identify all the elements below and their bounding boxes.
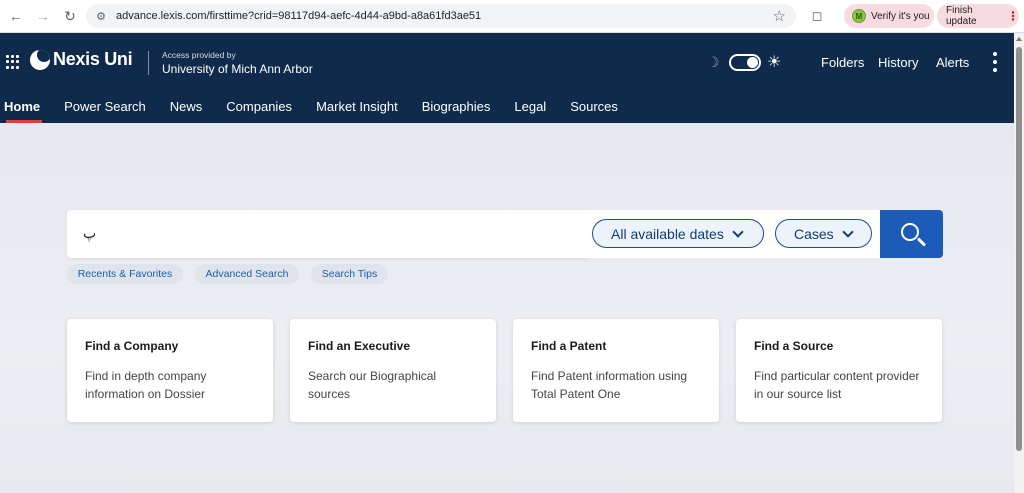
card-title: Find a Company — [85, 339, 179, 353]
tab-sources[interactable]: Sources — [570, 90, 618, 123]
chevron-down-icon — [842, 225, 854, 238]
search-filters: All available dates Cases — [588, 210, 880, 258]
bookmark-star-icon[interactable]: ☆ — [773, 7, 786, 25]
tab-legal[interactable]: Legal — [514, 90, 546, 123]
verify-profile-button[interactable]: M Verify it's you — [844, 4, 934, 28]
app-header: Nexis Uni Access provided by University … — [0, 33, 1014, 123]
alerts-link[interactable]: Alerts — [936, 55, 969, 70]
search-input[interactable] — [83, 224, 573, 244]
date-filter-dropdown[interactable]: All available dates — [592, 219, 764, 248]
browser-menu-icon[interactable]: ⋮ — [1007, 9, 1019, 23]
history-link[interactable]: History — [878, 55, 918, 70]
recents-favorites-link[interactable]: Recents & Favorites — [67, 264, 183, 284]
browser-toolbar: ← → ↻ ⚙ advance.lexis.com/firsttime?crid… — [0, 0, 1024, 33]
main-content: All available dates Cases Recents & Favo… — [0, 123, 1014, 493]
nexis-logo-mark-icon — [30, 49, 50, 70]
content-type-label: Cases — [794, 225, 834, 242]
content-type-dropdown[interactable]: Cases — [775, 219, 872, 248]
brand-name: Nexis Uni — [53, 49, 133, 69]
verify-label: Verify it's you — [871, 10, 930, 22]
address-bar[interactable]: ⚙ advance.lexis.com/firsttime?crid=98117… — [86, 4, 796, 28]
find-company-card[interactable]: Find a Company Find in depth company inf… — [67, 319, 273, 422]
profile-avatar: M — [852, 9, 866, 23]
site-settings-icon[interactable]: ⚙ — [94, 9, 108, 23]
sun-icon: ☀ — [767, 54, 782, 71]
card-description: Find in depth company information on Dos… — [85, 369, 207, 401]
finish-update-button[interactable]: Finish update ⋮ — [937, 4, 1019, 28]
chevron-down-icon — [732, 225, 744, 238]
advanced-search-link[interactable]: Advanced Search — [195, 264, 299, 284]
search-box — [67, 210, 589, 258]
tab-power-search[interactable]: Power Search — [64, 90, 146, 123]
page-scrollbar[interactable] — [1014, 33, 1024, 493]
tab-news[interactable]: News — [170, 90, 203, 123]
access-info: Access provided by University of Mich An… — [162, 50, 313, 76]
finish-update-label: Finish update — [946, 5, 977, 27]
tab-companies[interactable]: Companies — [226, 90, 292, 123]
url-text[interactable]: advance.lexis.com/firsttime?crid=98117d9… — [116, 10, 481, 22]
main-nav-tabs: Home Power Search News Companies Market … — [0, 90, 618, 123]
search-tips-link[interactable]: Search Tips — [311, 264, 388, 284]
card-description: Find particular content provider in our … — [754, 369, 920, 401]
tab-market-insight[interactable]: Market Insight — [316, 90, 398, 123]
find-patent-card[interactable]: Find a Patent Find Patent information us… — [513, 319, 719, 422]
reload-icon[interactable]: ↻ — [59, 5, 81, 27]
card-description: Search our Biographical sources — [308, 369, 437, 401]
tab-biographies[interactable]: Biographies — [422, 90, 491, 123]
date-filter-label: All available dates — [611, 225, 724, 242]
folders-link[interactable]: Folders — [821, 55, 864, 70]
card-title: Find a Patent — [531, 339, 607, 353]
find-source-card[interactable]: Find a Source Find particular content pr… — [736, 319, 942, 422]
access-caption: Access provided by — [162, 50, 236, 60]
header-divider — [148, 51, 149, 75]
nexis-uni-logo[interactable]: Nexis Uni — [30, 49, 133, 70]
more-options-icon[interactable] — [992, 52, 998, 72]
extensions-icon[interactable]: ◻ — [808, 6, 826, 26]
card-title: Find a Source — [754, 339, 834, 353]
scrollbar-thumb[interactable] — [1016, 47, 1022, 451]
card-title: Find an Executive — [308, 339, 411, 353]
institution-name: University of Mich Ann Arbor — [162, 62, 313, 76]
find-executive-card[interactable]: Find an Executive Search our Biographica… — [290, 319, 496, 422]
card-description: Find Patent information using Total Pate… — [531, 369, 688, 401]
theme-toggle[interactable] — [729, 54, 761, 71]
tab-home[interactable]: Home — [4, 90, 43, 123]
apps-grid-icon[interactable] — [6, 55, 20, 69]
forward-arrow-icon[interactable]: → — [32, 5, 54, 27]
search-button[interactable] — [880, 210, 943, 258]
search-icon — [900, 223, 919, 241]
back-arrow-icon[interactable]: ← — [5, 5, 27, 27]
moon-icon: ☽ — [707, 54, 720, 70]
scroll-up-arrow-icon[interactable] — [1016, 37, 1022, 41]
